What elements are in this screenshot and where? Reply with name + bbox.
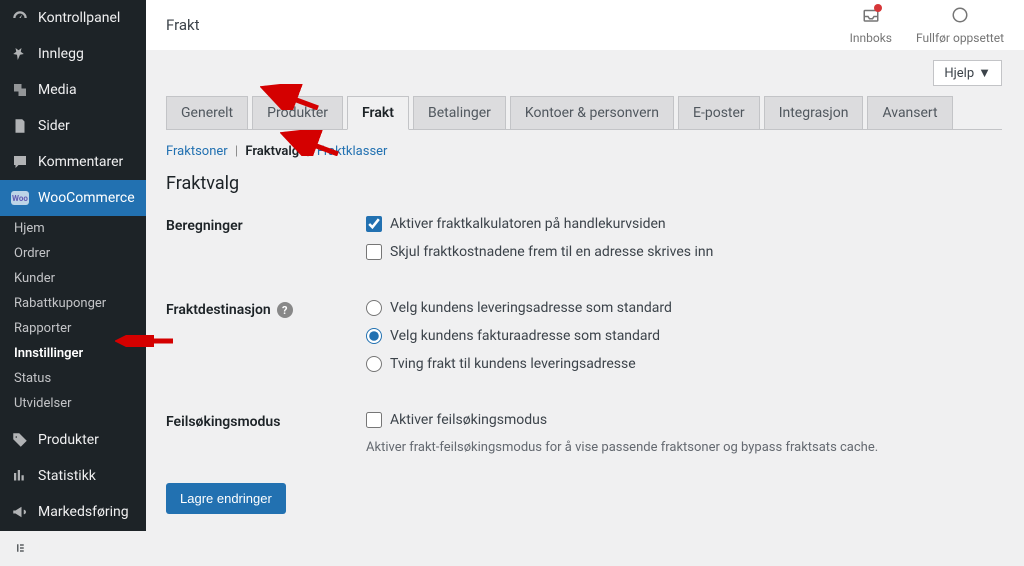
tab-integrasjon[interactable]: Integrasjon (764, 96, 864, 130)
content: Hjelp ▼ GenereltProdukterFraktBetalinger… (146, 50, 1024, 531)
subtab-classes[interactable]: Fraktklasser (317, 144, 388, 159)
sidebar-item-label: Elementor (38, 540, 101, 556)
elementor-icon (10, 538, 30, 558)
marketing-icon (10, 502, 30, 522)
sidebar-item-label: Kommentarer (38, 154, 123, 170)
page-title: Frakt (166, 16, 200, 34)
topbar: Frakt Innboks Fullfør oppsettet (146, 0, 1024, 50)
sidebar-item-pin[interactable]: Innlegg (0, 36, 146, 72)
sidebar-item-stats[interactable]: Statistikk (0, 458, 146, 494)
sidebar-item-tag[interactable]: Produkter (0, 422, 146, 458)
sidebar-item-label: Markedsføring (38, 504, 129, 520)
sidebar-item-dashboard[interactable]: Kontrollpanel (0, 0, 146, 36)
checkbox-hide-costs[interactable]: Skjul fraktkostnadene frem til en adress… (366, 244, 1002, 260)
tab-generelt[interactable]: Generelt (166, 96, 248, 130)
sidebar-sub-hjem[interactable]: Hjem (0, 216, 146, 241)
sidebar-item-label: Produkter (38, 432, 99, 448)
subtab-options[interactable]: Fraktvalg (245, 144, 299, 159)
radio-force-shipping[interactable]: Tving frakt til kundens leveringsadresse (366, 356, 1002, 372)
sidebar-item-comment[interactable]: Kommentarer (0, 144, 146, 180)
section-title: Fraktvalg (166, 173, 1002, 194)
radio-shipping-address[interactable]: Velg kundens leveringsadresse som standa… (366, 300, 1002, 316)
media-icon (10, 80, 30, 100)
tab-betalinger[interactable]: Betalinger (413, 96, 506, 130)
checkbox-enable-calculator[interactable]: Aktiver fraktkalkulatoren på handlekurvs… (366, 216, 1002, 232)
setup-button[interactable]: Fullfør oppsettet (916, 6, 1004, 45)
sidebar-sub-utvidelser[interactable]: Utvidelser (0, 391, 146, 416)
tab-avansert[interactable]: Avansert (867, 96, 952, 130)
settings-tabs: GenereltProdukterFraktBetalingerKontoer … (166, 96, 1002, 130)
radio-billing-address[interactable]: Velg kundens fakturaadresse som standard (366, 328, 1002, 344)
shipping-subtabs: Fraktsoner | Fraktvalg | Fraktklasser (166, 144, 1002, 159)
help-icon[interactable]: ? (277, 302, 293, 318)
subtab-zones[interactable]: Fraktsoner (166, 144, 228, 159)
chevron-down-icon: ▼ (978, 65, 991, 81)
admin-sidebar: Kontrollpanel Innlegg Media Sider Kommentare… (0, 0, 146, 531)
svg-text:Woo: Woo (12, 194, 28, 203)
stats-icon (10, 466, 30, 486)
tag-icon (10, 430, 30, 450)
sidebar-item-marketing[interactable]: Markedsføring (0, 494, 146, 530)
label-debug: Feilsøkingsmodus (166, 412, 366, 455)
sidebar-item-label: Statistikk (38, 468, 96, 484)
sidebar-sub-rapporter[interactable]: Rapporter (0, 316, 146, 341)
debug-description: Aktiver frakt-feilsøkingsmodus for å vis… (366, 440, 1002, 455)
pages-icon (10, 116, 30, 136)
tab-frakt[interactable]: Frakt (347, 96, 409, 130)
sidebar-item-elementor[interactable]: Elementor (0, 530, 146, 566)
dashboard-icon (10, 8, 30, 28)
sidebar-item-media[interactable]: Media (0, 72, 146, 108)
sidebar-item-pages[interactable]: Sider (0, 108, 146, 144)
sidebar-sub-rabattkuponger[interactable]: Rabattkuponger (0, 291, 146, 316)
label-destination: Fraktdestinasjon? (166, 300, 366, 384)
comment-icon (10, 152, 30, 172)
help-button[interactable]: Hjelp ▼ (933, 60, 1002, 86)
sidebar-item-label: Kontrollpanel (38, 10, 120, 26)
label-calculations: Beregninger (166, 216, 366, 272)
inbox-icon (862, 6, 880, 27)
tab-produkter[interactable]: Produkter (252, 96, 343, 130)
sidebar-sub-innstillinger[interactable]: Innstillinger (0, 341, 146, 366)
checkbox-debug-mode[interactable]: Aktiver feilsøkingsmodus (366, 412, 1002, 428)
circle-icon (951, 6, 969, 27)
tab-e-poster[interactable]: E-poster (678, 96, 760, 130)
inbox-button[interactable]: Innboks (850, 6, 892, 45)
sidebar-sub-status[interactable]: Status (0, 366, 146, 391)
sidebar-item-label: WooCommerce (38, 190, 135, 206)
pin-icon (10, 44, 30, 64)
tab-kontoer-personvern[interactable]: Kontoer & personvern (510, 96, 674, 130)
sidebar-sub-ordrer[interactable]: Ordrer (0, 241, 146, 266)
sidebar-item-label: Sider (38, 118, 70, 134)
sidebar-item-label: Innlegg (38, 46, 84, 62)
woo-icon: Woo (10, 188, 30, 208)
sidebar-item-label: Media (38, 82, 77, 98)
sidebar-sub-kunder[interactable]: Kunder (0, 266, 146, 291)
sidebar-item-woocommerce[interactable]: Woo WooCommerce (0, 180, 146, 216)
save-button[interactable]: Lagre endringer (166, 483, 286, 514)
